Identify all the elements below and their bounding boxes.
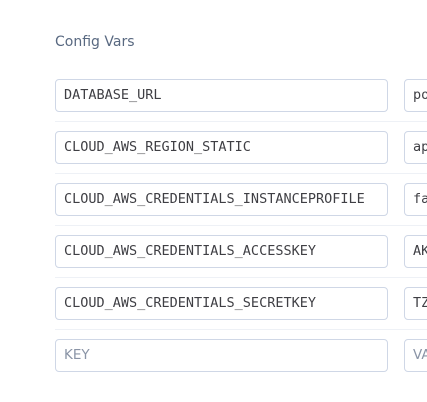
- config-var-value-field[interactable]: ap: [404, 131, 427, 164]
- config-vars-panel: Config Vars DATABASE_URL po CLOUD_AWS_RE…: [0, 0, 427, 402]
- config-var-value-field[interactable]: AK: [404, 235, 427, 268]
- config-var-key-field[interactable]: CLOUD_AWS_CREDENTIALS_SECRETKEY: [55, 287, 388, 320]
- new-key-input[interactable]: KEY: [55, 339, 388, 372]
- config-var-row: CLOUD_AWS_REGION_STATIC ap: [55, 122, 427, 174]
- config-var-row: CLOUD_AWS_CREDENTIALS_INSTANCEPROFILE fa: [55, 174, 427, 226]
- config-var-key-field[interactable]: DATABASE_URL: [55, 79, 388, 112]
- new-value-input[interactable]: VA: [404, 339, 427, 372]
- config-var-key-field[interactable]: CLOUD_AWS_REGION_STATIC: [55, 131, 388, 164]
- config-var-key-field[interactable]: CLOUD_AWS_CREDENTIALS_ACCESSKEY: [55, 235, 388, 268]
- config-var-row: CLOUD_AWS_CREDENTIALS_ACCESSKEY AK: [55, 226, 427, 278]
- config-var-value-field[interactable]: TZ: [404, 287, 427, 320]
- config-var-row: CLOUD_AWS_CREDENTIALS_SECRETKEY TZ: [55, 278, 427, 330]
- config-vars-list: DATABASE_URL po CLOUD_AWS_REGION_STATIC …: [55, 70, 427, 381]
- section-title: Config Vars: [55, 34, 135, 50]
- config-var-key-field[interactable]: CLOUD_AWS_CREDENTIALS_INSTANCEPROFILE: [55, 183, 388, 216]
- config-var-row: DATABASE_URL po: [55, 70, 427, 122]
- config-var-value-field[interactable]: fa: [404, 183, 427, 216]
- new-config-var-row: KEY VA: [55, 330, 427, 381]
- config-var-value-field[interactable]: po: [404, 79, 427, 112]
